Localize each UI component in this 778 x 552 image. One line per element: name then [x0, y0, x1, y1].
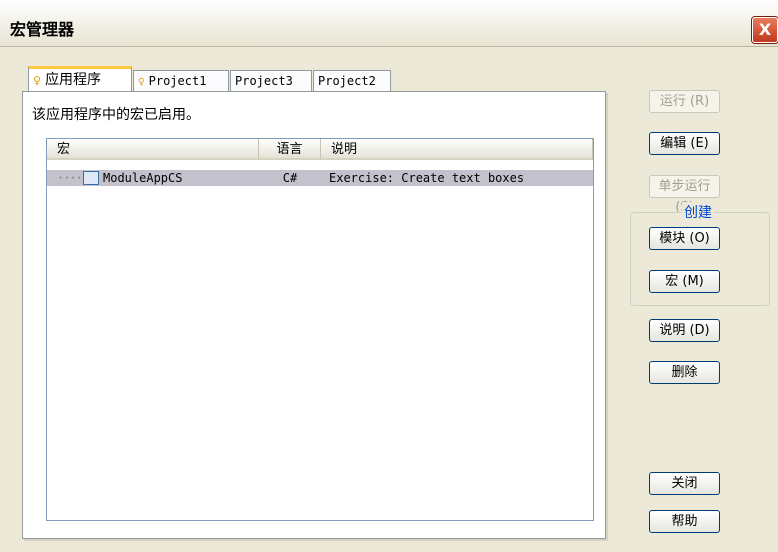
lightbulb-icon: ♀: [33, 74, 42, 87]
title-bar: 宏管理器 X: [0, 0, 778, 47]
macro-list[interactable]: 宏 语言 说明 ········ ModuleAppCS C# Exercise…: [46, 138, 594, 521]
tab-label: Project3: [235, 74, 293, 88]
create-macro-button[interactable]: 宏 (M): [649, 270, 720, 293]
delete-button[interactable]: 删除: [649, 361, 720, 384]
window-title: 宏管理器: [10, 20, 75, 39]
tab-project1[interactable]: ♀ Project1: [133, 70, 229, 91]
tab-label: Project2: [318, 74, 376, 88]
macro-name: ModuleAppCS: [103, 171, 183, 185]
close-button[interactable]: 关闭: [649, 472, 720, 495]
macro-language: C#: [282, 171, 298, 185]
tab-label: Project1: [148, 74, 207, 88]
tree-connector: ········: [57, 171, 108, 185]
module-icon: [83, 171, 99, 185]
tab-label: 应用程序: [45, 72, 102, 88]
tab-project2[interactable]: Project2: [313, 70, 391, 91]
table-row[interactable]: ········ ModuleAppCS C# Exercise: Create…: [47, 170, 593, 186]
create-module-button[interactable]: 模块 (O): [649, 227, 720, 250]
lightbulb-icon: ♀: [138, 75, 145, 88]
column-header-macro[interactable]: 宏: [47, 139, 259, 160]
column-header-language[interactable]: 语言: [259, 139, 321, 160]
help-button[interactable]: 帮助: [649, 510, 720, 533]
step-run-button[interactable]: 单步运行 (S): [649, 175, 720, 215]
column-header-description[interactable]: 说明: [321, 139, 593, 160]
create-group-label: 创建: [682, 202, 714, 222]
tab-application[interactable]: ♀ 应用程序: [28, 66, 132, 92]
macros-enabled-text: 该应用程序中的宏已启用。: [32, 107, 200, 123]
tab-project3[interactable]: Project3: [230, 70, 312, 91]
describe-button[interactable]: 说明 (D): [649, 319, 720, 342]
run-button[interactable]: 运行 (R): [649, 90, 720, 113]
macro-description: Exercise: Create text boxes: [329, 171, 525, 185]
edit-button[interactable]: 编辑 (E): [649, 132, 720, 155]
close-window-button[interactable]: X: [752, 17, 778, 43]
